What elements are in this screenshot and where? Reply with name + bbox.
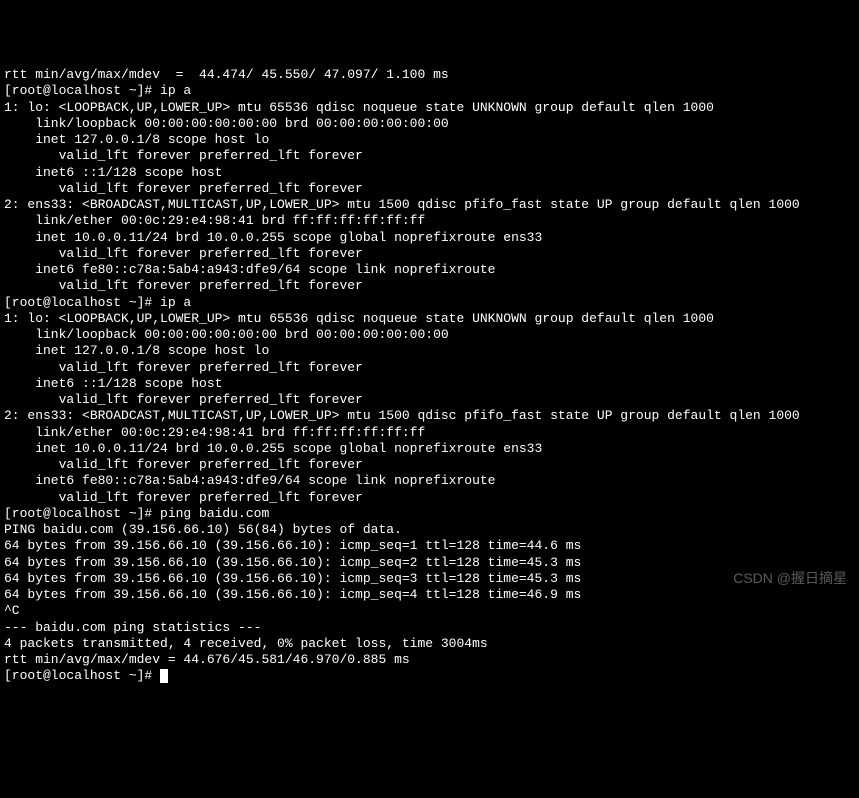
output-line: inet 127.0.0.1/8 scope host lo [4,132,269,147]
output-line: valid_lft forever preferred_lft forever [4,360,363,375]
output-line: 2: ens33: <BROADCAST,MULTICAST,UP,LOWER_… [4,408,800,423]
output-line: rtt min/avg/max/mdev = 44.676/45.581/46.… [4,652,410,667]
output-line: PING baidu.com (39.156.66.10) 56(84) byt… [4,522,402,537]
shell-prompt: [root@localhost ~]# ip a [4,295,191,310]
output-line: ^C [4,603,20,618]
cursor-icon [160,669,168,683]
output-line: 1: lo: <LOOPBACK,UP,LOWER_UP> mtu 65536 … [4,311,714,326]
output-line: 64 bytes from 39.156.66.10 (39.156.66.10… [4,587,581,602]
output-line: 2: ens33: <BROADCAST,MULTICAST,UP,LOWER_… [4,197,800,212]
output-line: link/ether 00:0c:29:e4:98:41 brd ff:ff:f… [4,425,425,440]
shell-prompt: [root@localhost ~]# ip a [4,83,191,98]
output-line: inet6 ::1/128 scope host [4,376,222,391]
output-line: valid_lft forever preferred_lft forever [4,392,363,407]
output-line: 1: lo: <LOOPBACK,UP,LOWER_UP> mtu 65536 … [4,100,714,115]
output-line: link/loopback 00:00:00:00:00:00 brd 00:0… [4,327,449,342]
output-line: rtt min/avg/max/mdev = 44.474/ 45.550/ 4… [4,67,449,82]
shell-prompt: [root@localhost ~]# ping baidu.com [4,506,269,521]
output-line: valid_lft forever preferred_lft forever [4,278,363,293]
output-line: --- baidu.com ping statistics --- [4,620,261,635]
output-line: 4 packets transmitted, 4 received, 0% pa… [4,636,488,651]
output-line: 64 bytes from 39.156.66.10 (39.156.66.10… [4,571,581,586]
output-line: inet 10.0.0.11/24 brd 10.0.0.255 scope g… [4,230,542,245]
output-line: 64 bytes from 39.156.66.10 (39.156.66.10… [4,555,581,570]
output-line: 64 bytes from 39.156.66.10 (39.156.66.10… [4,538,581,553]
output-line: inet6 ::1/128 scope host [4,165,222,180]
output-line: valid_lft forever preferred_lft forever [4,490,363,505]
output-line: inet 127.0.0.1/8 scope host lo [4,343,269,358]
output-line: valid_lft forever preferred_lft forever [4,457,363,472]
output-line: inet6 fe80::c78a:5ab4:a943:dfe9/64 scope… [4,473,495,488]
terminal-output[interactable]: rtt min/avg/max/mdev = 44.474/ 45.550/ 4… [4,67,855,685]
output-line: link/loopback 00:00:00:00:00:00 brd 00:0… [4,116,449,131]
output-line: link/ether 00:0c:29:e4:98:41 brd ff:ff:f… [4,213,425,228]
output-line: inet6 fe80::c78a:5ab4:a943:dfe9/64 scope… [4,262,495,277]
shell-prompt: [root@localhost ~]# [4,668,160,683]
output-line: valid_lft forever preferred_lft forever [4,181,363,196]
output-line: valid_lft forever preferred_lft forever [4,246,363,261]
output-line: valid_lft forever preferred_lft forever [4,148,363,163]
output-line: inet 10.0.0.11/24 brd 10.0.0.255 scope g… [4,441,542,456]
